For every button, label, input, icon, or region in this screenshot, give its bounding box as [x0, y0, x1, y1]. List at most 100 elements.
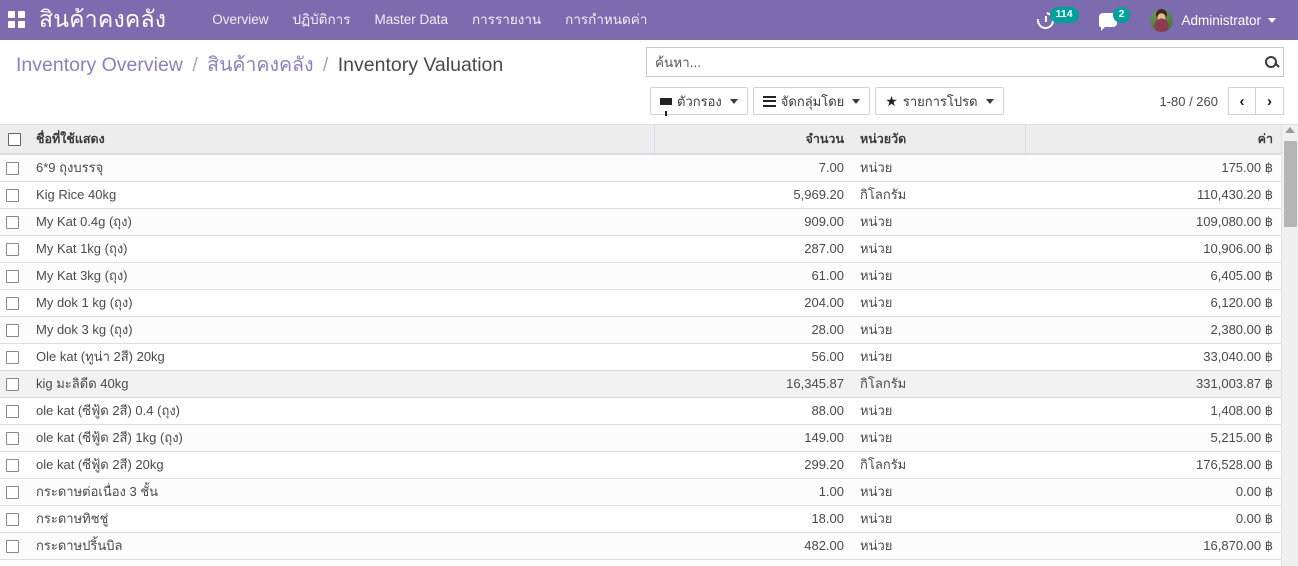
row-checkbox[interactable]	[6, 270, 19, 283]
pager-next-button[interactable]: ›	[1256, 87, 1284, 115]
row-select-cell[interactable]	[0, 289, 28, 316]
chevron-down-icon	[1268, 18, 1276, 23]
cell-value: 6,405.00 ฿	[1025, 262, 1281, 289]
row-checkbox[interactable]	[6, 243, 19, 256]
column-header-value[interactable]: ค่า	[1025, 125, 1281, 154]
favorites-button-label: รายการโปรด	[903, 91, 978, 112]
search-bar[interactable]	[646, 47, 1284, 77]
row-checkbox[interactable]	[6, 432, 19, 445]
funnel-icon	[660, 98, 672, 105]
row-select-cell[interactable]	[0, 478, 28, 505]
apps-grid-icon[interactable]	[8, 11, 26, 29]
row-checkbox[interactable]	[6, 459, 19, 472]
cell-uom: หน่วย	[852, 316, 1025, 343]
cell-display-name: My dok 1 kg (ถุง)	[28, 289, 654, 316]
vertical-scrollbar[interactable]	[1281, 125, 1298, 566]
app-brand-title[interactable]: สินค้าคงคลัง	[39, 8, 166, 33]
row-select-cell[interactable]	[0, 397, 28, 424]
cell-display-name: 6*9 ถุงบรรจุ	[28, 154, 654, 181]
row-select-cell[interactable]	[0, 451, 28, 478]
row-select-cell[interactable]	[0, 424, 28, 451]
table-row[interactable]: My dok 1 kg (ถุง)204.00หน่วย6,120.00 ฿	[0, 289, 1281, 316]
cell-value: 0.00 ฿	[1025, 505, 1281, 532]
row-select-cell[interactable]	[0, 343, 28, 370]
chevron-down-icon	[730, 99, 738, 104]
cell-value: 0.00 ฿	[1025, 478, 1281, 505]
table-header: ชื่อที่ใช้แสดง จำนวน หน่วยวัด ค่า	[0, 125, 1281, 154]
row-select-cell[interactable]	[0, 316, 28, 343]
menu-item-operations[interactable]: ปฏิบัติการ	[280, 0, 362, 40]
search-icon[interactable]	[1265, 56, 1277, 68]
user-menu[interactable]: Administrator	[1140, 0, 1286, 40]
table-row[interactable]: My dok 3 kg (ถุง)28.00หน่วย2,380.00 ฿	[0, 316, 1281, 343]
scrollbar-thumb[interactable]	[1284, 141, 1297, 227]
table-row[interactable]: กระดาษปริ้นบิล482.00หน่วย16,870.00 ฿	[0, 532, 1281, 559]
group-by-button[interactable]: จัดกลุ่มโดย	[753, 87, 871, 115]
menu-item-overview[interactable]: Overview	[200, 0, 280, 40]
row-select-cell[interactable]	[0, 181, 28, 208]
cell-uom: หน่วย	[852, 289, 1025, 316]
column-header-quantity[interactable]: จำนวน	[654, 125, 852, 154]
cell-quantity: 1.00	[654, 478, 852, 505]
row-checkbox[interactable]	[6, 405, 19, 418]
row-checkbox[interactable]	[6, 540, 19, 553]
row-checkbox[interactable]	[6, 351, 19, 364]
favorites-button[interactable]: ★ รายการโปรด	[875, 87, 1003, 115]
row-select-cell[interactable]	[0, 235, 28, 262]
cell-display-name: My dok 3 kg (ถุง)	[28, 316, 654, 343]
column-header-uom[interactable]: หน่วยวัด	[852, 125, 1025, 154]
table-row[interactable]: My Kat 1kg (ถุง)287.00หน่วย10,906.00 ฿	[0, 235, 1281, 262]
cell-display-name: ole kat (ซีฟู้ด 2สี) 20kg	[28, 451, 654, 478]
row-checkbox[interactable]	[6, 486, 19, 499]
row-checkbox[interactable]	[6, 378, 19, 391]
cell-quantity: 5,969.20	[654, 181, 852, 208]
table-row[interactable]: 6*9 ถุงบรรจุ7.00หน่วย175.00 ฿	[0, 154, 1281, 181]
row-select-cell[interactable]	[0, 262, 28, 289]
table-row[interactable]: ole kat (ซีฟู้ด 2สี) 0.4 (ถุง)88.00หน่วย…	[0, 397, 1281, 424]
activities-menu[interactable]: 114	[1027, 0, 1089, 40]
filters-button[interactable]: ตัวกรอง	[650, 87, 748, 115]
pager-previous-button[interactable]: ‹	[1228, 87, 1256, 115]
row-select-cell[interactable]	[0, 208, 28, 235]
cell-uom: หน่วย	[852, 235, 1025, 262]
table-row[interactable]: My Kat 0.4g (ถุง)909.00หน่วย109,080.00 ฿	[0, 208, 1281, 235]
cell-quantity: 7.00	[654, 154, 852, 181]
scroll-up-arrow-icon[interactable]	[1285, 127, 1295, 133]
table-row[interactable]: kig มะลิดีด 40kg16,345.87กิโลกรัม331,003…	[0, 370, 1281, 397]
table-row[interactable]: Ole kat (ทูน่า 2สี) 20kg56.00หน่วย33,040…	[0, 343, 1281, 370]
cell-display-name: kig มะลิดีด 40kg	[28, 370, 654, 397]
table-row[interactable]: กระดาษต่อเนื่อง 3 ชั้น1.00หน่วย0.00 ฿	[0, 478, 1281, 505]
table-row[interactable]: My Kat 3kg (ถุง)61.00หน่วย6,405.00 ฿	[0, 262, 1281, 289]
messages-menu[interactable]: 2	[1089, 0, 1141, 40]
menu-item-master-data[interactable]: Master Data	[362, 0, 460, 40]
cell-display-name: Ole kat (ทูน่า 2สี) 20kg	[28, 343, 654, 370]
select-all-checkbox[interactable]	[8, 133, 21, 146]
search-input[interactable]	[655, 48, 1259, 76]
table-row[interactable]: กระดาษทิชชู่18.00หน่วย0.00 ฿	[0, 505, 1281, 532]
row-checkbox[interactable]	[6, 513, 19, 526]
star-icon: ★	[885, 94, 898, 108]
row-select-cell[interactable]	[0, 370, 28, 397]
table-row[interactable]: Kig Rice 40kg5,969.20กิโลกรัม110,430.20 …	[0, 181, 1281, 208]
cell-value: 6,120.00 ฿	[1025, 289, 1281, 316]
row-select-cell[interactable]	[0, 532, 28, 559]
control-panel: Inventory Overview / สินค้าคงคลัง / Inve…	[0, 40, 1298, 125]
menu-item-reporting[interactable]: การรายงาน	[460, 0, 553, 40]
cell-display-name: กระดาษปริ้นบิล	[28, 532, 654, 559]
select-all-header[interactable]	[0, 125, 28, 154]
row-checkbox[interactable]	[6, 189, 19, 202]
column-header-display-name[interactable]: ชื่อที่ใช้แสดง	[28, 125, 654, 154]
menu-item-configuration[interactable]: การกำหนดค่า	[553, 0, 659, 40]
breadcrumb-item-stock[interactable]: สินค้าคงคลัง	[207, 54, 313, 76]
row-checkbox[interactable]	[6, 297, 19, 310]
row-checkbox[interactable]	[6, 324, 19, 337]
messages-badge: 2	[1113, 7, 1131, 23]
row-checkbox[interactable]	[6, 162, 19, 175]
cell-display-name: Kig Rice 40kg	[28, 181, 654, 208]
row-select-cell[interactable]	[0, 505, 28, 532]
table-row[interactable]: ole kat (ซีฟู้ด 2สี) 20kg299.20กิโลกรัม1…	[0, 451, 1281, 478]
row-select-cell[interactable]	[0, 154, 28, 181]
row-checkbox[interactable]	[6, 216, 19, 229]
table-row[interactable]: ole kat (ซีฟู้ด 2สี) 1kg (ถุง)149.00หน่ว…	[0, 424, 1281, 451]
breadcrumb-item-inventory-overview[interactable]: Inventory Overview	[16, 54, 183, 76]
